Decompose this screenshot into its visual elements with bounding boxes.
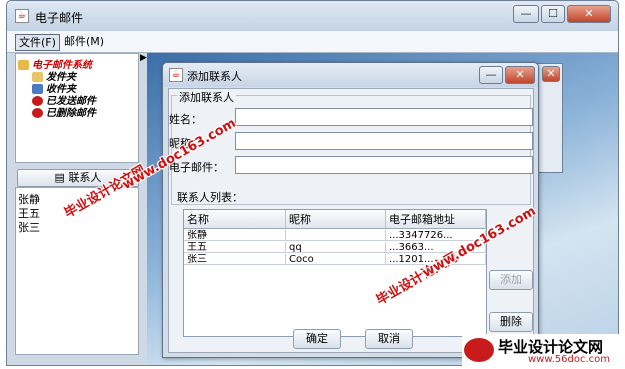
dialog-title: 添加联系人 [187,70,242,83]
name-label: 姓名： [169,113,202,126]
tree-item-inbox[interactable]: 收件夹 [32,80,76,95]
contact-list-title: 联系人列表： [177,191,243,204]
table-header-name[interactable]: 名称 [184,210,286,229]
main-window-title: 电子邮件 [35,11,84,25]
nickname-field[interactable] [235,132,533,150]
tree-item-sent[interactable]: 已发送邮件 [32,92,96,107]
tree-item-label: 已删除邮件 [46,108,96,119]
list-item[interactable]: 张三 [18,219,40,235]
email-field[interactable] [235,156,533,174]
logo-url: www.56doc.com [528,354,611,365]
splitter-arrow-icon[interactable]: ▶ [140,53,147,67]
add-contact-dialog: ☕ 添加联系人 — ✕ 添加联系人 姓名： 昵称： 电子邮件： 联系人列表： 名… [162,62,539,358]
maximize-button[interactable]: ☐ [541,5,565,23]
main-titlebar[interactable]: ☕ 电子邮件 — ☐ ✕ [7,1,618,31]
table-cell: Coco [286,254,386,265]
watermark-logo: 毕业设计论文网 www.56doc.com [462,334,622,368]
table-cell: qq [286,242,386,253]
delete-button[interactable]: 删除 [489,312,533,332]
menu-mail[interactable]: 邮件(M) [61,34,107,51]
menubar: 文件(F) 邮件(M) [7,31,618,53]
table-header-email[interactable]: 电子邮箱地址 [386,210,486,229]
dialog-minimize-button[interactable]: — [479,66,503,84]
cancel-button[interactable]: 取消 [365,329,413,349]
name-field[interactable] [235,108,533,126]
tree-item-outbox[interactable]: 发件夹 [32,68,76,83]
system-icon [18,60,29,70]
table-cell [286,230,386,241]
deleted-icon [32,108,43,118]
tree-root[interactable]: 电子邮件系统 [18,56,92,71]
table-cell: 张三 [184,254,286,265]
group-title: 添加联系人 [177,89,236,105]
close-button[interactable]: ✕ [567,5,611,23]
table-header-nickname[interactable]: 昵称 [286,210,386,229]
table-cell: 王五 [184,242,286,253]
java-app-icon: ☕ [15,9,29,23]
background-window-close-button[interactable]: ✕ [542,66,560,82]
table-row[interactable]: 张静 ...3347726... [184,230,486,242]
dialog-close-button[interactable]: ✕ [505,66,535,84]
dialog-titlebar[interactable]: ☕ 添加联系人 — ✕ [163,63,538,87]
folder-tree: 电子邮件系统 发件夹 收件夹 已发送邮件 已删除邮件 [15,53,139,163]
contacts-icon: ▤ [54,171,69,184]
table-cell: 张静 [184,230,286,241]
ok-button[interactable]: 确定 [293,329,341,349]
menu-file[interactable]: 文件(F) [15,34,60,51]
tree-item-deleted[interactable]: 已删除邮件 [32,104,96,119]
add-button[interactable]: 添加 [489,270,533,290]
logo-icon [464,338,494,362]
minimize-button[interactable]: — [513,5,539,23]
contacts-button-label: 联系人 [68,171,102,184]
java-app-icon: ☕ [169,68,183,82]
